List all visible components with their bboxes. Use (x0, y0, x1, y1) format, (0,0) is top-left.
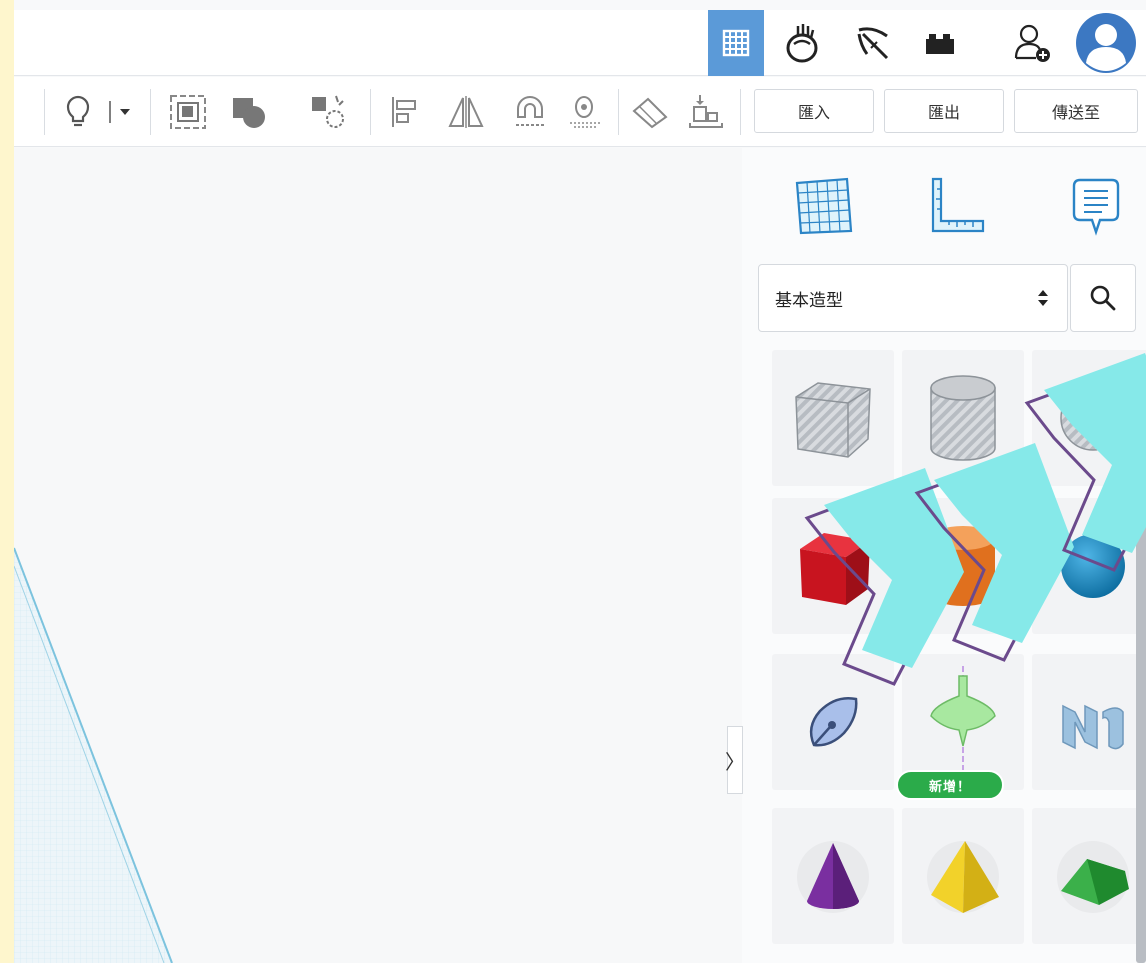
import-button[interactable]: 匯入 (754, 89, 874, 133)
ruler-tool[interactable] (920, 170, 992, 242)
shape-search-button[interactable] (1070, 264, 1136, 332)
visibility-dropdown-button[interactable] (104, 87, 138, 137)
workplane-canvas[interactable] (14, 148, 742, 963)
dropdown-arrow-icon (109, 101, 130, 123)
sphere-hole-icon (1060, 385, 1126, 451)
notes-tool[interactable] (1060, 170, 1132, 242)
lightbulb-icon (66, 95, 90, 127)
spinning-top-icon (930, 666, 996, 772)
shape-sphere[interactable] (1032, 498, 1146, 634)
editor-toolbar: 匯入 匯出 傳送至 (14, 77, 1146, 147)
shape-sphere-hole[interactable] (1032, 350, 1146, 486)
shape-roof[interactable] (1032, 808, 1146, 944)
mirror-button[interactable] (442, 87, 490, 137)
toolbar-divider (44, 89, 45, 135)
send-to-button[interactable]: 傳送至 (1014, 89, 1138, 133)
minecraft-pickaxe-icon (857, 27, 889, 60)
shape-cylinder[interactable] (902, 498, 1024, 634)
cruise-button[interactable] (506, 87, 554, 137)
shape-cylinder-hole[interactable] (902, 350, 1024, 486)
nav-bricks-button[interactable] (912, 10, 968, 76)
ruler-tool-button[interactable] (626, 87, 674, 137)
shape-box[interactable] (772, 498, 894, 634)
roof-icon (1057, 841, 1129, 913)
ruler-icon (931, 177, 985, 233)
select-arrows-icon (1038, 290, 1048, 306)
solid-hole-button[interactable] (304, 87, 352, 137)
toolbar-divider (370, 89, 371, 135)
cone-icon (797, 841, 869, 913)
shape-text[interactable] (1032, 654, 1146, 790)
hole-solid-icon (312, 95, 344, 128)
shape-box-hole[interactable] (772, 350, 894, 486)
workplane-grid-icon (795, 177, 853, 235)
notes-icon (1072, 178, 1120, 236)
ungroup-icon (233, 98, 265, 128)
box-icon (800, 533, 870, 605)
nav-3d-design-button[interactable] (708, 10, 764, 76)
cylinder-hole-icon (930, 375, 996, 461)
align-button[interactable] (384, 87, 424, 137)
cruise-magnet-icon (516, 96, 544, 126)
shape-cone[interactable] (772, 808, 894, 944)
group-button[interactable] (164, 87, 212, 137)
text-shape-icon (1062, 704, 1124, 750)
nav-invite-button[interactable] (1004, 10, 1060, 76)
profile-avatar-icon (1076, 13, 1136, 73)
ruler-icon (632, 97, 668, 129)
search-icon (1090, 285, 1116, 311)
shape-scribble[interactable] (772, 654, 894, 790)
sphere-icon (1061, 534, 1125, 598)
nav-circuits-button[interactable] (776, 10, 832, 76)
drop-button[interactable] (682, 87, 730, 137)
cylinder-icon (931, 526, 995, 606)
scribble-icon (809, 697, 858, 747)
show-hidden-button[interactable] (58, 87, 98, 137)
workplane-grid (14, 547, 173, 963)
mirror-icon (448, 96, 484, 128)
workplane-tool-button[interactable] (562, 87, 610, 137)
toolbar-divider (150, 89, 151, 135)
circuits-icon (786, 24, 818, 63)
shapes-scrollbar[interactable] (1136, 376, 1146, 963)
shape-pyramid[interactable] (902, 808, 1024, 944)
profile-avatar-button[interactable] (1066, 10, 1146, 76)
ungroup-button[interactable] (224, 87, 272, 137)
export-button[interactable]: 匯出 (884, 89, 1004, 133)
top-navigation-bar (14, 10, 1146, 76)
add-user-icon (1014, 24, 1050, 62)
new-badge: 新增！ (896, 770, 1004, 800)
toolbar-divider (618, 89, 619, 135)
workplane-icon (570, 96, 602, 128)
align-icon (392, 97, 416, 127)
tinkercad-editor: 匯入 匯出 傳送至 〉 基本造型 新增！ (14, 0, 1146, 963)
shape-category-value: 基本造型 (775, 290, 843, 311)
drop-icon (689, 95, 723, 128)
panel-collapse-toggle[interactable]: 〉 (725, 726, 745, 794)
brick-icon (926, 34, 954, 54)
group-icon (170, 95, 206, 129)
nav-codeblocks-button[interactable] (844, 10, 900, 76)
3d-design-grid-icon (722, 29, 750, 57)
pyramid-icon (927, 841, 999, 913)
chevron-right-icon: 〉 (725, 749, 745, 774)
shape-category-select[interactable]: 基本造型 (758, 264, 1068, 332)
toolbar-divider (740, 89, 741, 135)
shapes-panel: 〉 基本造型 新增！ (725, 148, 1146, 963)
box-hole-icon (795, 382, 871, 458)
workplane-tool[interactable] (788, 170, 860, 242)
